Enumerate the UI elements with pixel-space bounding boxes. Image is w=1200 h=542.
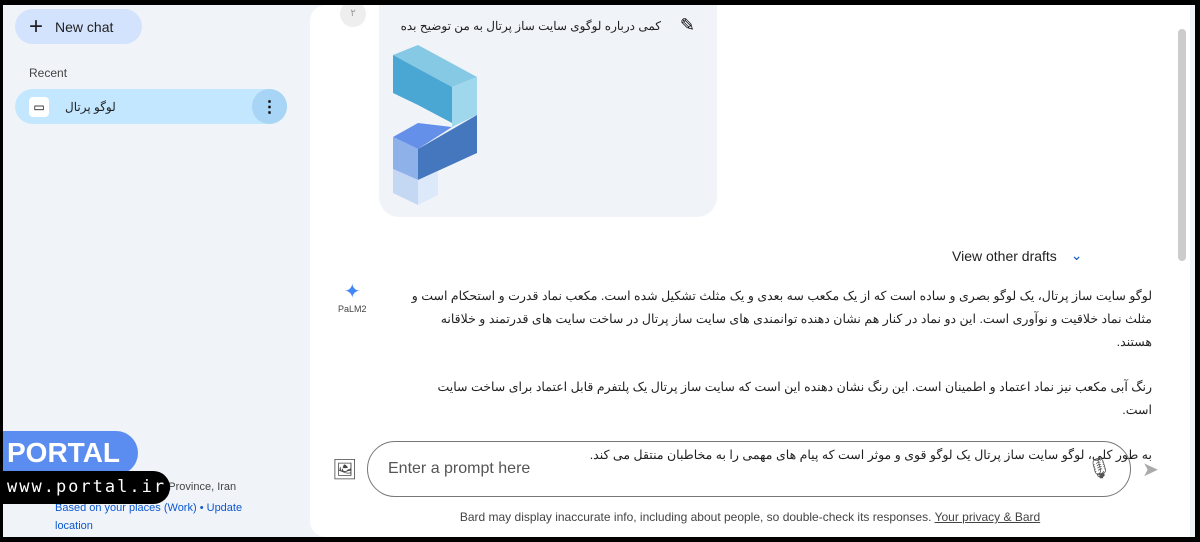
scrollbar[interactable] [1178,29,1186,261]
prompt-input[interactable]: Enter a prompt here 🎙 [367,441,1131,497]
prompt-placeholder: Enter a prompt here [388,460,531,477]
disclaimer: Bard may display inaccurate info, includ… [310,510,1190,524]
watermark-url: www.portal.ir [3,471,170,504]
add-image-icon[interactable]: 🖼 [332,457,357,482]
portal-logo-image [393,45,477,205]
sparkle-icon: ✦ [343,281,361,303]
location-info: Based on your places (Work) • Update loc… [55,499,275,535]
privacy-link[interactable]: Your privacy & Bard [935,510,1041,524]
chevron-down-icon: ⌄ [1070,247,1083,263]
send-icon[interactable]: ➤ [1142,457,1159,482]
sidebar-item-chat[interactable]: ▭ لوگو پرتال ⋮ [15,89,287,124]
watermark-brand: PORTAL [3,431,138,475]
view-other-drafts-button[interactable]: View other drafts ⌄ [952,247,1083,264]
model-badge: ✦ PaLM2 [338,279,367,314]
new-chat-label: New chat [55,18,114,35]
app-frame: + New chat Recent ▭ لوگو پرتال ⋮ an Provi… [3,5,1195,537]
chat-icon: ▭ [29,96,49,117]
user-avatar: ۲ [340,5,366,27]
microphone-icon[interactable]: 🎙 [1087,456,1112,481]
plus-icon: + [29,12,44,40]
disclaimer-text: Bard may display inaccurate info, includ… [459,510,935,524]
response-paragraph: رنگ آبی مکعب نیز نماد اعتماد و اطمینان ا… [437,380,1152,417]
sidebar-item-label: لوگو پرتال [65,99,116,114]
more-options-icon[interactable]: ⋮ [252,89,287,124]
recent-heading: Recent [29,66,68,80]
user-prompt-bubble: ✎ کمی درباره لوگوی سایت ساز پرتال به من … [379,5,717,217]
user-prompt-text: کمی درباره لوگوی سایت ساز پرتال به من تو… [400,19,661,33]
separator: • [199,502,204,514]
view-drafts-label: View other drafts [952,247,1057,264]
model-label: PaLM2 [338,304,367,314]
new-chat-button[interactable]: + New chat [15,9,142,44]
chat-panel: ۲ ✎ کمی درباره لوگوی سایت ساز پرتال به م… [310,5,1190,537]
response-paragraph: لوگو سایت ساز پرتال، یک لوگو بصری و ساده… [411,289,1152,349]
edit-pencil-icon[interactable]: ✎ [680,15,695,36]
